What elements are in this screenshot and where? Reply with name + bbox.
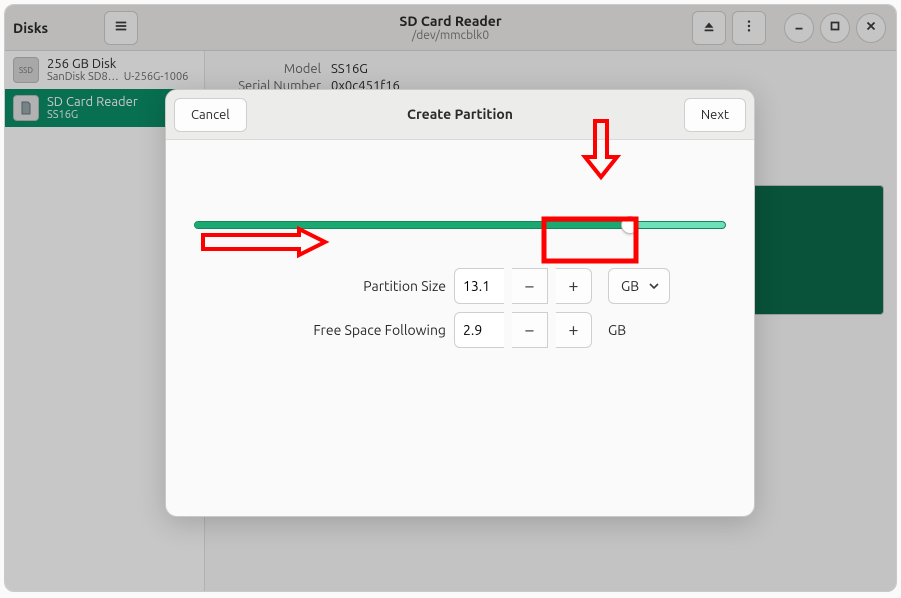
free-space-input[interactable] <box>454 312 504 348</box>
dialog-header: Cancel Create Partition Next <box>166 90 754 140</box>
cancel-button[interactable]: Cancel <box>174 98 247 132</box>
next-button[interactable]: Next <box>684 98 746 132</box>
minus-icon: − <box>524 320 534 340</box>
plus-icon: + <box>568 276 578 296</box>
slider-fill <box>195 222 631 228</box>
dialog-body: Partition Size − + GB Free Space Followi… <box>166 140 754 376</box>
minus-icon: − <box>524 276 534 296</box>
partition-size-input[interactable] <box>454 268 504 304</box>
free-space-label: Free Space Following <box>294 322 446 338</box>
partition-size-slider[interactable] <box>194 218 726 232</box>
size-unit-value: GB <box>621 278 639 294</box>
chevron-down-icon <box>649 278 659 294</box>
disks-window: Disks SD Card Reader /dev/mmcblk0 <box>4 4 897 592</box>
slider-thumb[interactable] <box>621 216 639 234</box>
free-space-decrement[interactable]: − <box>512 312 548 348</box>
dialog-title: Create Partition <box>407 106 513 122</box>
size-unit-select[interactable]: GB <box>608 268 670 304</box>
partition-size-decrement[interactable]: − <box>512 268 548 304</box>
plus-icon: + <box>568 320 578 340</box>
partition-size-increment[interactable]: + <box>556 268 592 304</box>
partition-size-label: Partition Size <box>294 278 446 294</box>
create-partition-dialog: Cancel Create Partition Next Partition S… <box>165 89 755 517</box>
free-space-unit: GB <box>608 322 626 338</box>
free-space-increment[interactable]: + <box>556 312 592 348</box>
